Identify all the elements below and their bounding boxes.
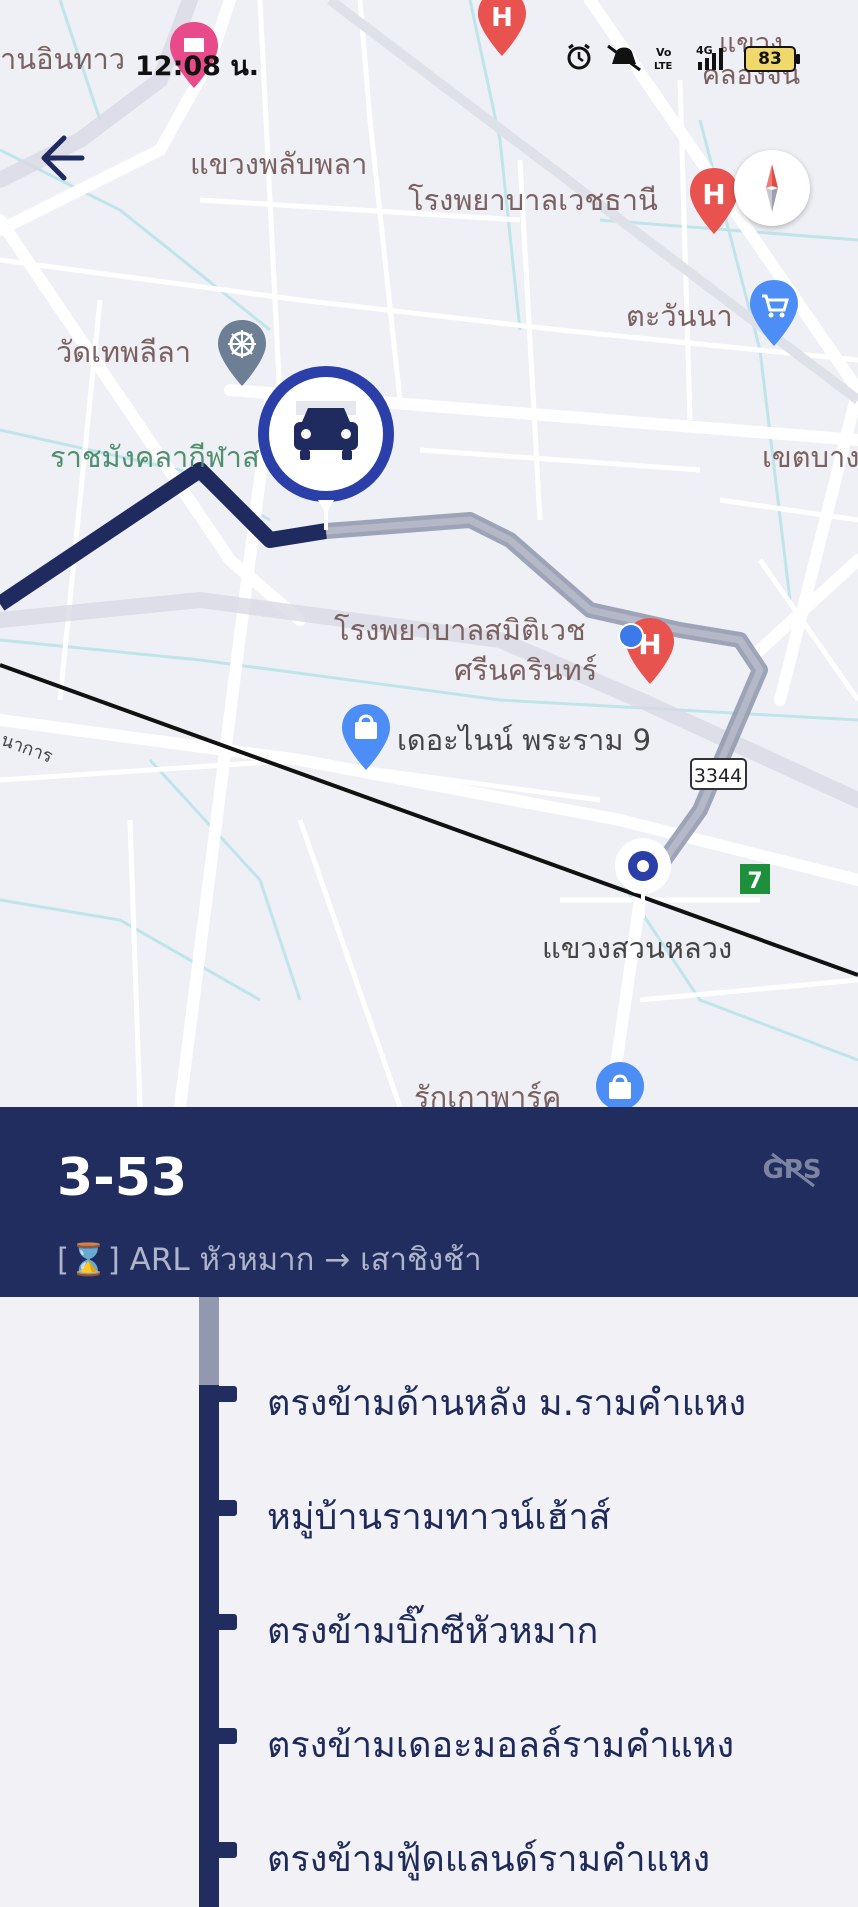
svg-text:3344: 3344: [694, 765, 742, 787]
stop-item[interactable]: หมู่บ้านรามทาวน์เฮ้าส์: [199, 1474, 858, 1544]
stop-name: ตรงข้ามด้านหลัง ม.รามคำแหง: [267, 1383, 747, 1424]
map-label: ตะวันนา: [626, 299, 733, 333]
stop-name: หมู่บ้านรามทาวน์เฮ้าส์: [267, 1497, 611, 1538]
map-label: แขวงพลับพลา: [190, 147, 368, 181]
map-label: เดอะไนน์ พระราม 9: [397, 723, 652, 757]
volte-icon: Vo LTE: [654, 46, 673, 72]
stop-name: ตรงข้ามฟู้ดแลนด์รามคำแหง: [267, 1839, 711, 1880]
map-label: วัดเทพลีลา: [56, 335, 192, 369]
map-label: เขตบางก: [762, 440, 858, 474]
stop-name: ตรงข้ามเดอะมอลล์รามคำแหง: [267, 1725, 735, 1766]
back-button[interactable]: [38, 128, 98, 188]
current-location-dot-icon: [618, 623, 644, 649]
stop-item[interactable]: ตรงข้ามบิ๊กซีหัวหมาก: [199, 1588, 858, 1658]
svg-text:H: H: [702, 178, 725, 211]
map-label: โรงพยาบาลเวชธานี: [408, 183, 658, 217]
status-icons: Vo LTE 4G: [567, 43, 723, 72]
compass-icon: [766, 164, 778, 212]
svg-text:LTE: LTE: [654, 61, 673, 72]
map-label: รักเกาพาร์ค: [414, 1080, 562, 1108]
stop-item[interactable]: ตรงข้ามฟู้ดแลนด์รามคำแหง: [199, 1816, 858, 1886]
arrow-left-icon: [41, 135, 85, 181]
svg-text:7: 7: [747, 869, 762, 894]
map-label: ศรีนครินทร์: [454, 653, 598, 687]
stop-item[interactable]: ตรงข้ามเดอะมอลล์รามคำแหง: [199, 1702, 858, 1772]
stop-tick: [219, 1842, 237, 1858]
map-label: แขวงสวนหลวง: [542, 931, 733, 965]
mute-icon: [607, 44, 641, 72]
route-description: [⌛] ARL หัวหมาก → เสาชิงช้า: [57, 1242, 482, 1278]
map-label: โรงพยาบาลสมิติเวช: [334, 613, 586, 647]
alarm-icon: [567, 43, 591, 70]
bus-vehicle-marker-icon[interactable]: [256, 364, 396, 534]
compass-button[interactable]: [734, 150, 810, 226]
map-label: านอินทาว: [0, 42, 126, 76]
svg-text:H: H: [491, 3, 513, 33]
stop-name: ตรงข้ามบิ๊กซีหัวหมาก: [267, 1611, 599, 1652]
stop-tick: [219, 1614, 237, 1630]
signal-4g-icon: 4G: [696, 44, 723, 70]
svg-text:4G: 4G: [696, 44, 713, 57]
status-time: 12:08 น.: [135, 51, 260, 82]
shopping-bag-pin-icon[interactable]: [594, 1060, 646, 1107]
battery-icon: 83: [744, 46, 800, 72]
bus-stop-marker-icon[interactable]: [613, 836, 673, 918]
stop-tick: [219, 1386, 237, 1402]
stop-item[interactable]: ตรงข้ามด้านหลัง ม.รามคำแหง: [199, 1360, 858, 1430]
hospital-pin-icon[interactable]: H: [476, 0, 528, 58]
svg-text:Vo: Vo: [656, 46, 672, 59]
stop-tick: [219, 1500, 237, 1516]
gps-off-icon[interactable]: GPS: [764, 1146, 820, 1192]
map-label: ราชมังคลากีฬาส: [50, 440, 260, 474]
hospital-pin-icon[interactable]: H: [688, 166, 740, 236]
route-number: 3-53: [57, 1148, 188, 1208]
shopping-cart-pin-icon[interactable]: [748, 278, 800, 348]
map-view[interactable]: 3344 7 านอินทาว แขวง คลองจั่น แขวงพลับพล…: [0, 0, 858, 1107]
stop-tick: [219, 1728, 237, 1744]
shopping-bag-pin-icon[interactable]: [340, 702, 392, 772]
